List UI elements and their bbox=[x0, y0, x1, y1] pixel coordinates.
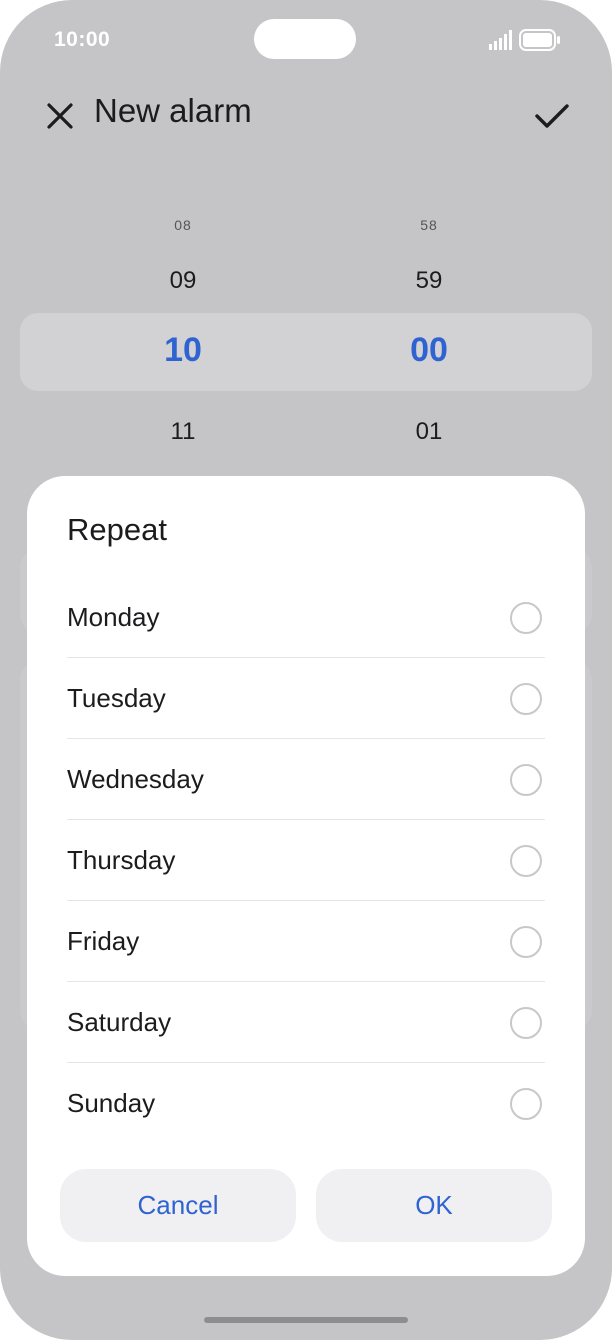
status-time: 10:00 bbox=[54, 28, 111, 51]
day-label: Thursday bbox=[67, 845, 176, 875]
day-row-tuesday[interactable]: Tuesday bbox=[67, 658, 545, 739]
day-row-thursday[interactable]: Thursday bbox=[67, 820, 545, 901]
dialog-title: Repeat bbox=[67, 512, 167, 547]
day-row-wednesday[interactable]: Wednesday bbox=[67, 739, 545, 820]
day-radio[interactable] bbox=[510, 683, 542, 715]
ok-button[interactable]: OK bbox=[316, 1169, 552, 1242]
day-radio[interactable] bbox=[510, 845, 542, 877]
home-indicator[interactable] bbox=[204, 1317, 408, 1323]
day-label: Wednesday bbox=[67, 764, 204, 794]
day-label: Tuesday bbox=[67, 683, 166, 713]
hour-above[interactable]: 09 bbox=[123, 267, 243, 295]
repeat-dialog: Repeat Monday Tuesday Wednesday Thursday… bbox=[27, 476, 585, 1276]
day-row-sunday[interactable]: Sunday bbox=[67, 1063, 545, 1144]
minute-selected[interactable]: 00 bbox=[369, 331, 489, 370]
day-row-monday[interactable]: Monday bbox=[67, 577, 545, 658]
day-radio[interactable] bbox=[510, 1007, 542, 1039]
day-label: Saturday bbox=[67, 1007, 172, 1037]
picker-selection-band bbox=[20, 313, 592, 391]
signal-icon bbox=[489, 30, 512, 50]
cancel-button[interactable]: Cancel bbox=[60, 1169, 296, 1242]
hour-selected[interactable]: 10 bbox=[123, 331, 243, 370]
day-row-saturday[interactable]: Saturday bbox=[67, 982, 545, 1063]
day-radio[interactable] bbox=[510, 926, 542, 958]
page-title: New alarm bbox=[94, 92, 252, 129]
day-row-friday[interactable]: Friday bbox=[67, 901, 545, 982]
minute-above[interactable]: 59 bbox=[369, 267, 489, 295]
hour-below[interactable]: 11 bbox=[123, 418, 243, 446]
hour-far-above[interactable]: 08 bbox=[123, 217, 243, 233]
minute-far-above[interactable]: 58 bbox=[369, 217, 489, 233]
phone-screen: 10:00 New alarm 08 09 10 11 58 59 00 01 … bbox=[0, 0, 612, 1340]
day-radio[interactable] bbox=[510, 764, 542, 796]
camera-notch bbox=[254, 19, 356, 59]
day-radio[interactable] bbox=[510, 1088, 542, 1120]
minute-below[interactable]: 01 bbox=[369, 418, 489, 446]
day-label: Sunday bbox=[67, 1088, 156, 1118]
close-icon[interactable] bbox=[40, 96, 80, 136]
battery-icon bbox=[519, 29, 560, 51]
day-radio[interactable] bbox=[510, 602, 542, 634]
day-label: Monday bbox=[67, 602, 160, 632]
day-label: Friday bbox=[67, 926, 140, 956]
confirm-check-icon[interactable] bbox=[530, 94, 574, 138]
